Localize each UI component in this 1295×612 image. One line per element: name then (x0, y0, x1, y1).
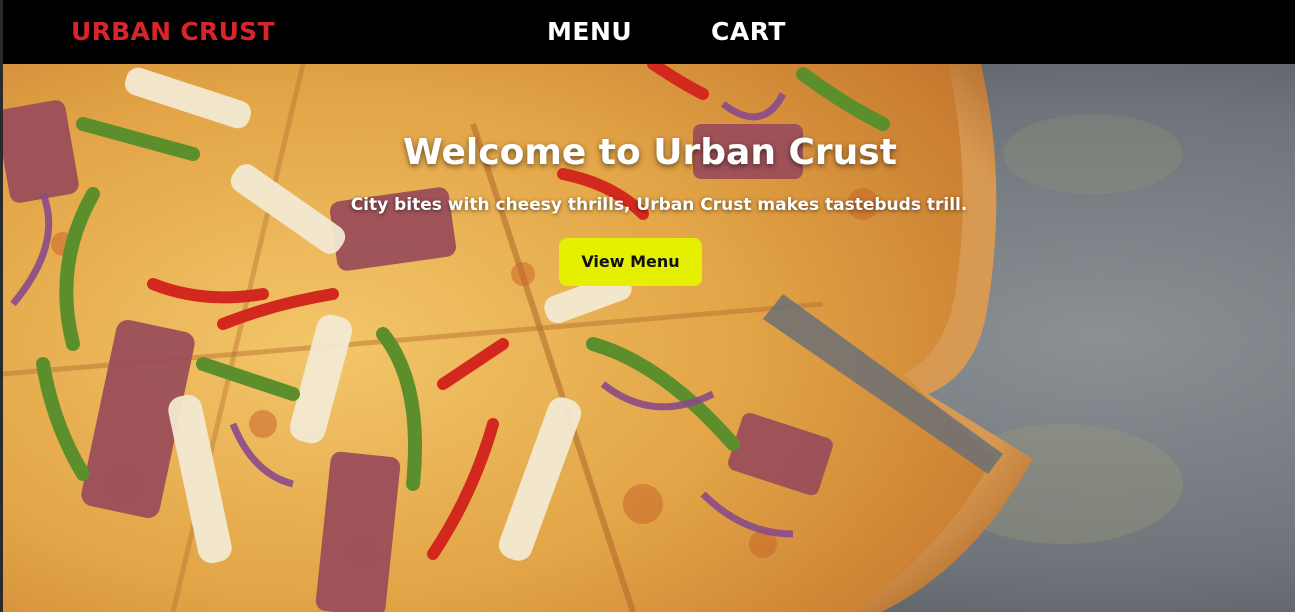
hero-title: Welcome to Urban Crust (4, 130, 1295, 176)
hero-title-text: Welcome to Urban Crust (403, 132, 897, 173)
page: URBAN CRUST MENU CART Welcome to Urban C… (0, 0, 1295, 612)
view-menu-button[interactable]: View Menu (559, 238, 702, 286)
window-edge (0, 0, 3, 612)
hero-subtitle: City bites with cheesy thrills, Urban Cr… (350, 195, 968, 215)
nav-cart-link[interactable]: CART (711, 15, 786, 49)
navbar: URBAN CRUST MENU CART (0, 0, 1295, 64)
nav-menu-link[interactable]: MENU (547, 15, 632, 49)
hero-banner: Welcome to Urban Crust City bites with c… (3, 64, 1295, 612)
brand-logo[interactable]: URBAN CRUST (71, 15, 275, 49)
